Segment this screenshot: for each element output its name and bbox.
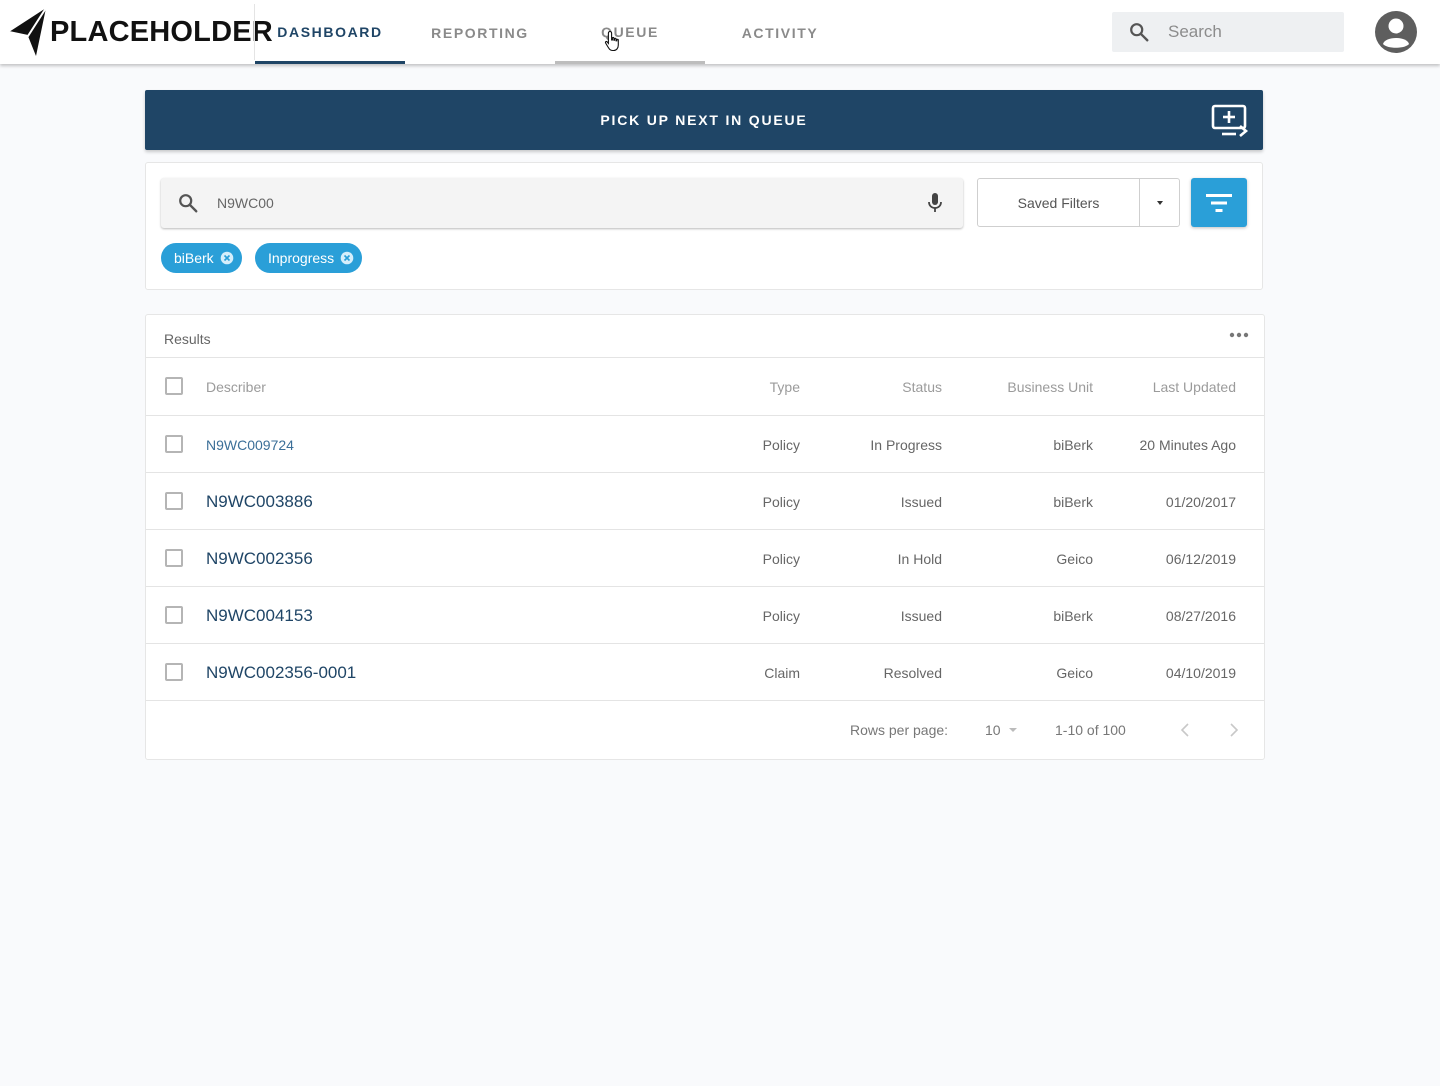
- last-updated-cell: 20 Minutes Ago: [1139, 436, 1236, 453]
- query-search-field[interactable]: [161, 178, 963, 228]
- saved-filters-toggle[interactable]: [1140, 179, 1179, 226]
- describer-link[interactable]: N9WC002356: [206, 549, 313, 569]
- query-search-input[interactable]: [217, 195, 897, 211]
- describer-link[interactable]: N9WC004153: [206, 606, 313, 626]
- previous-page-button[interactable]: [1180, 700, 1190, 760]
- business-unit-cell: Geico: [1056, 664, 1093, 681]
- rows-per-page-label: Rows per page:: [850, 722, 949, 738]
- chevron-right-icon: [1230, 723, 1239, 737]
- describer-link[interactable]: N9WC009724: [206, 437, 294, 453]
- user-avatar-icon[interactable]: [1374, 10, 1418, 54]
- row-checkbox[interactable]: [165, 663, 183, 681]
- filter-panel: Saved Filters biBerk Inprogress: [145, 162, 1263, 290]
- filter-icon: [1206, 193, 1232, 212]
- status-cell: Issued: [900, 493, 942, 510]
- global-search-input[interactable]: [1168, 22, 1328, 42]
- row-checkbox[interactable]: [165, 549, 183, 567]
- type-cell: Claim: [764, 664, 800, 681]
- pagination: Rows per page: 10 1-10 of 100: [146, 700, 1264, 760]
- add-to-queue-icon: [1211, 104, 1249, 137]
- top-navigation-bar: PLACEHOLDER DASHBOARD REPORTING QUEUE AC…: [0, 0, 1440, 64]
- chevron-left-icon: [1180, 723, 1189, 737]
- last-updated-cell: 06/12/2019: [1165, 550, 1236, 567]
- filter-chip-label: Inprogress: [268, 250, 335, 266]
- filter-chip-biberk[interactable]: biBerk: [161, 243, 242, 273]
- type-cell: Policy: [762, 607, 800, 624]
- tab-queue[interactable]: QUEUE: [555, 0, 705, 64]
- select-all-checkbox[interactable]: [165, 377, 183, 395]
- caret-down-icon: [1156, 200, 1163, 205]
- table-row[interactable]: N9WC004153 Policy Issued biBerk 08/27/20…: [146, 587, 1264, 644]
- status-cell: In Hold: [897, 550, 942, 567]
- status-cell: Resolved: [883, 664, 942, 681]
- filter-button[interactable]: [1191, 178, 1247, 227]
- business-unit-cell: biBerk: [1053, 436, 1093, 453]
- tab-activity[interactable]: ACTIVITY: [705, 0, 855, 64]
- last-updated-cell: 04/10/2019: [1165, 664, 1236, 681]
- column-header-type[interactable]: Type: [770, 379, 800, 395]
- search-icon: [1130, 23, 1149, 42]
- type-cell: Policy: [762, 436, 800, 453]
- row-checkbox[interactable]: [165, 606, 183, 624]
- search-icon: [179, 194, 198, 213]
- table-row[interactable]: N9WC002356-0001 Claim Resolved Geico 04/…: [146, 644, 1264, 701]
- rows-per-page-select[interactable]: 10: [985, 700, 1018, 760]
- column-header-last-updated[interactable]: Last Updated: [1153, 379, 1236, 395]
- filter-chip-inprogress[interactable]: Inprogress: [255, 243, 363, 273]
- column-header-business-unit[interactable]: Business Unit: [1007, 379, 1093, 395]
- table-row[interactable]: N9WC009724 Policy In Progress biBerk 20 …: [146, 416, 1264, 473]
- global-search[interactable]: [1112, 12, 1344, 52]
- rows-per-page-value: 10: [985, 722, 1001, 738]
- brand-logo[interactable]: PLACEHOLDER: [6, 6, 273, 58]
- describer-link[interactable]: N9WC002356-0001: [206, 663, 356, 683]
- type-cell: Policy: [762, 550, 800, 567]
- divider: [146, 357, 1264, 358]
- tab-reporting-label: REPORTING: [431, 25, 529, 41]
- table-row[interactable]: N9WC002356 Policy In Hold Geico 06/12/20…: [146, 530, 1264, 587]
- more-options-icon[interactable]: [1228, 329, 1250, 341]
- business-unit-cell: biBerk: [1053, 493, 1093, 510]
- saved-filters-dropdown[interactable]: Saved Filters: [977, 178, 1180, 227]
- tab-dashboard-label: DASHBOARD: [277, 23, 383, 40]
- business-unit-cell: biBerk: [1053, 607, 1093, 624]
- column-header-status[interactable]: Status: [902, 379, 942, 395]
- results-table-card: Results Describer Type Status Business U…: [145, 314, 1265, 760]
- type-cell: Policy: [762, 493, 800, 510]
- page-range: 1-10 of 100: [1055, 722, 1126, 738]
- status-cell: Issued: [900, 607, 942, 624]
- table-row[interactable]: N9WC003886 Policy Issued biBerk 01/20/20…: [146, 473, 1264, 530]
- caret-down-icon: [1008, 728, 1017, 732]
- describer-link[interactable]: N9WC003886: [206, 492, 313, 512]
- remove-chip-icon[interactable]: [340, 251, 354, 265]
- row-checkbox[interactable]: [165, 492, 183, 510]
- paper-plane-logo-icon: [8, 7, 47, 56]
- row-checkbox[interactable]: [165, 435, 183, 453]
- pick-up-next-button[interactable]: PICK UP NEXT IN QUEUE: [145, 90, 1263, 150]
- saved-filters-button[interactable]: Saved Filters: [978, 179, 1140, 226]
- tab-dashboard[interactable]: DASHBOARD: [255, 0, 405, 64]
- status-cell: In Progress: [870, 436, 942, 453]
- remove-chip-icon[interactable]: [220, 251, 234, 265]
- brand-name: PLACEHOLDER: [50, 15, 273, 48]
- last-updated-cell: 08/27/2016: [1165, 607, 1236, 624]
- business-unit-cell: Geico: [1056, 550, 1093, 567]
- hand-pointer-cursor-icon: [604, 30, 619, 52]
- tab-activity-label: ACTIVITY: [741, 25, 819, 41]
- column-header-describer[interactable]: Describer: [206, 379, 266, 395]
- tab-reporting[interactable]: REPORTING: [405, 0, 555, 64]
- filter-chip-label: biBerk: [174, 250, 214, 266]
- last-updated-cell: 01/20/2017: [1165, 493, 1236, 510]
- results-title: Results: [164, 331, 211, 347]
- next-page-button[interactable]: [1229, 700, 1239, 760]
- microphone-icon[interactable]: [925, 192, 945, 214]
- pick-up-next-label: PICK UP NEXT IN QUEUE: [600, 112, 808, 128]
